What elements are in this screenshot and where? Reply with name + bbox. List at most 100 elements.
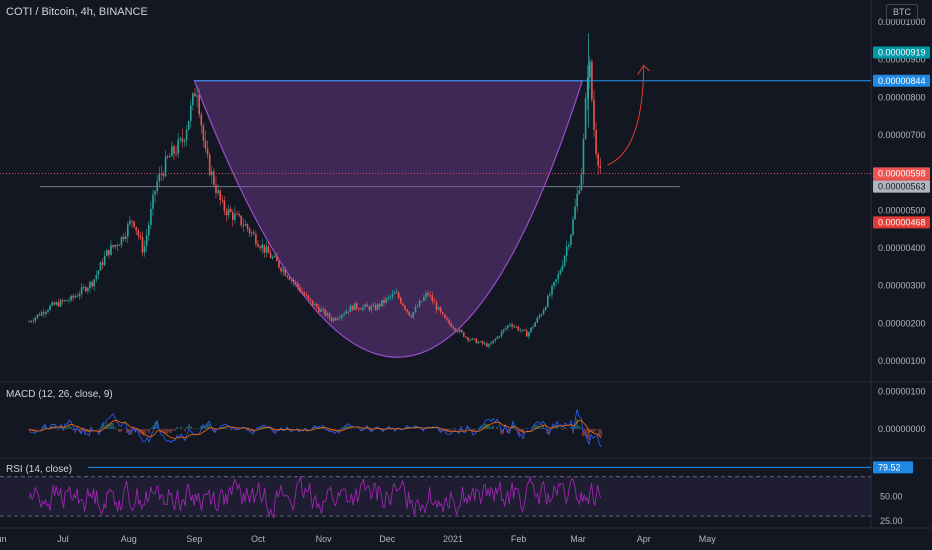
candle-body (225, 210, 228, 216)
candle-body (313, 303, 316, 306)
candle-body (368, 306, 371, 311)
macd-tick-label: 0.00000000 (878, 424, 926, 434)
candle-body (309, 298, 312, 301)
candle-body (141, 237, 144, 253)
candle-body (158, 173, 161, 182)
candle-body (563, 255, 566, 266)
macd-legend[interactable]: MACD (12, 26, close, 9) (6, 389, 113, 400)
candle-body (252, 232, 255, 235)
candle-body (246, 224, 249, 229)
stop-price-tag-text: 0.00000468 (878, 217, 926, 227)
candle-body (465, 336, 467, 338)
candle-body (221, 199, 224, 201)
candle-body (483, 343, 486, 345)
candle-body (187, 120, 190, 130)
candle-body (177, 139, 179, 154)
candle-body (433, 301, 436, 303)
candle-body (357, 308, 360, 310)
candle-body (502, 329, 505, 332)
candle-body (259, 246, 261, 249)
price-tick-label: 0.00000500 (878, 205, 926, 215)
candle-body (36, 314, 39, 318)
candle-body (30, 321, 32, 323)
candle-body (475, 338, 478, 344)
candle-body (194, 93, 196, 97)
candle-body (47, 309, 49, 312)
candle-body (362, 306, 364, 310)
cup-pattern (193, 80, 584, 358)
candle-body (63, 300, 66, 302)
candle-body (84, 287, 87, 292)
rsi-legend[interactable]: RSI (14, close) (6, 464, 72, 475)
price-tick-label: 0.00000200 (878, 318, 926, 328)
candle-body (540, 314, 543, 316)
candle-body (80, 287, 83, 295)
candle-body (549, 294, 551, 296)
candle-body (437, 307, 440, 310)
candle-body (318, 307, 320, 312)
time-tick-label: Sep (186, 534, 202, 544)
candle-body (139, 235, 142, 238)
candle-body (490, 343, 492, 345)
candle-body (515, 326, 518, 328)
candle-body (133, 221, 135, 227)
candle-body (454, 328, 457, 331)
candle-body (395, 292, 398, 294)
candle-body (271, 257, 274, 259)
price-tick-label: 0.00000400 (878, 243, 926, 253)
cup-shape (193, 80, 584, 358)
candle-body (82, 287, 85, 288)
candle-body (339, 317, 341, 319)
candle-body (498, 336, 501, 338)
candle-body (374, 305, 377, 310)
price-axis: 0.000010000.000009000.000008000.00000700… (878, 17, 926, 526)
candle-body (135, 226, 137, 231)
candle-body (99, 262, 102, 271)
currency-badge[interactable]: BTC (886, 4, 918, 20)
time-tick-label: Nov (316, 534, 333, 544)
candle-body (467, 337, 469, 341)
candle-body (469, 339, 471, 341)
candle-body (553, 281, 555, 287)
symbol-title[interactable]: COTI / Bitcoin, 4h, BINANCE (6, 6, 148, 18)
candle-body (536, 317, 539, 323)
candle-body (462, 332, 465, 337)
time-axis: Jul Aug Sep Oct Nov Dec 2021 Feb Mar Apr May Jun (0, 534, 716, 544)
candle-body (391, 293, 394, 297)
candle-body (210, 171, 213, 176)
candle-body (68, 300, 70, 302)
price-tick-label: 0.00000800 (878, 92, 926, 102)
candle-body (105, 249, 108, 256)
candle-body (555, 279, 557, 282)
candle-body (51, 302, 53, 306)
candle-body (525, 330, 528, 337)
candle-body (53, 302, 56, 305)
candle-body (534, 322, 536, 327)
candle-body (223, 200, 226, 211)
candle-body (593, 99, 595, 130)
candle-body (204, 140, 207, 149)
candle-body (572, 219, 574, 235)
candle-body (431, 295, 434, 302)
candle-body (364, 304, 366, 307)
candle-body (93, 279, 95, 287)
candle-body (267, 246, 270, 254)
candle-body (567, 244, 570, 247)
candle-body (488, 344, 490, 347)
candle-body (229, 208, 232, 213)
candle-body (40, 312, 43, 316)
candle-body (399, 297, 402, 304)
candle-body (334, 318, 337, 320)
candle-body (45, 311, 47, 314)
candle-body (429, 295, 431, 296)
candle-body (255, 234, 257, 245)
candle-body (486, 343, 488, 347)
candle-body (404, 305, 406, 310)
candle-body (280, 267, 282, 272)
candle-body (114, 245, 116, 247)
price-tags: 0.000009190.000008440.0000059801:08:400.… (873, 46, 930, 474)
candle-body (299, 287, 301, 292)
candle-body (315, 303, 318, 308)
candle-body (452, 327, 455, 329)
candle-body (519, 330, 522, 332)
